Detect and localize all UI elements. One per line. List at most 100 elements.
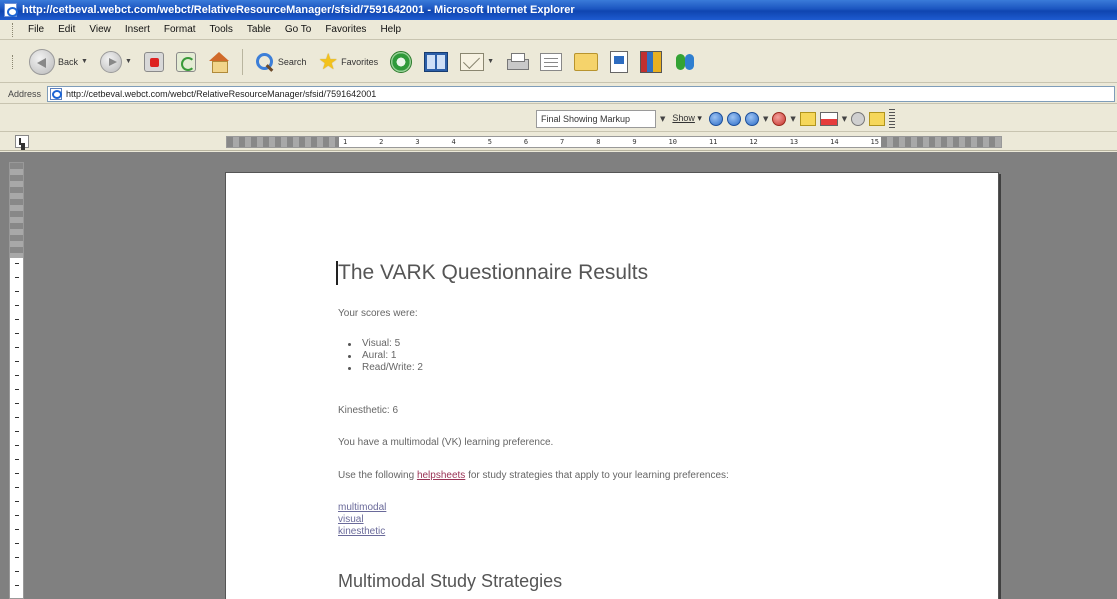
toolbar-options-icon[interactable] xyxy=(869,111,886,126)
media-button[interactable] xyxy=(386,45,416,79)
menu-edit[interactable]: Edit xyxy=(51,24,82,35)
address-url[interactable]: http://cetbeval.webct.com/webct/Relative… xyxy=(66,89,376,99)
insert-comment-icon[interactable] xyxy=(799,111,816,126)
search-button[interactable]: Search xyxy=(251,45,311,79)
reviewing-pane-icon[interactable] xyxy=(851,111,866,126)
grid-icon xyxy=(424,51,449,72)
menu-table[interactable]: Table xyxy=(240,24,278,35)
stop-button[interactable] xyxy=(140,45,168,79)
chevron-down-icon[interactable]: ▼ xyxy=(763,115,768,123)
previous-change-icon[interactable] xyxy=(708,111,723,126)
address-input[interactable]: http://cetbeval.webct.com/webct/Relative… xyxy=(47,85,1115,102)
helpsheets-paragraph: Use the following helpsheets for study s… xyxy=(338,470,729,481)
back-label: Back xyxy=(58,56,79,67)
folder-button[interactable] xyxy=(570,45,602,79)
document-page[interactable]: The VARK Questionnaire Results Your scor… xyxy=(225,172,999,599)
helpsheets-link[interactable]: helpsheets xyxy=(417,470,465,481)
chevron-down-icon[interactable]: ▼ xyxy=(790,115,795,123)
ruler-number: 15 xyxy=(870,138,879,146)
section-heading: Multimodal Study Strategies xyxy=(338,571,563,591)
printer-icon xyxy=(506,52,530,72)
menu-help[interactable]: Help xyxy=(373,24,408,35)
folder-icon xyxy=(574,52,599,71)
ruler-number: 5 xyxy=(487,138,492,146)
score-read-write: Read/Write: 2 xyxy=(362,362,423,373)
ruler-number: 6 xyxy=(523,138,529,146)
menu-insert[interactable]: Insert xyxy=(118,24,157,35)
bullet-icon xyxy=(348,342,351,346)
chevron-down-icon[interactable]: ▼ xyxy=(487,58,494,65)
search-icon xyxy=(255,52,275,72)
list-item: Aural: 1 xyxy=(348,350,423,362)
display-mode-value: Final Showing Markup xyxy=(541,113,631,124)
helpsheets-text-before: Use the following xyxy=(338,470,417,481)
favorites-label: Favorites xyxy=(341,56,379,67)
menu-favorites[interactable]: Favorites xyxy=(318,24,373,35)
vertical-ruler-margin xyxy=(10,163,23,258)
chevron-down-icon[interactable]: ▼ xyxy=(81,58,88,65)
favorites-button[interactable]: ★ Favorites xyxy=(314,45,382,79)
link-multimodal[interactable]: multimodal xyxy=(338,502,386,513)
standard-toolbar: Back ▼ ▼ Search ★ Favorites ▼ xyxy=(0,41,1117,83)
messenger-icon xyxy=(674,51,698,73)
score-aural: Aural: 1 xyxy=(362,350,397,361)
ruler-left-margin xyxy=(227,137,339,147)
print-button[interactable] xyxy=(502,45,532,79)
show-menu-button[interactable]: Show ▾ xyxy=(669,113,705,124)
back-button[interactable]: Back ▼ xyxy=(25,45,92,79)
next-change-icon[interactable] xyxy=(726,111,741,126)
menu-file[interactable]: File xyxy=(21,24,51,35)
helpsheets-text-after: for study strategies that apply to your … xyxy=(465,470,729,481)
reviewing-toolbar-items: Final Showing Markup ▼ Show ▾ ▼ ▼ ▼ xyxy=(536,108,959,129)
accept-change-icon[interactable] xyxy=(744,111,759,126)
ruler-numbers: 1 2 3 4 5 6 7 8 9 10 11 12 13 14 15 xyxy=(343,137,879,147)
stop-icon xyxy=(143,51,164,72)
ruler-right-margin xyxy=(881,137,1001,147)
research-button[interactable] xyxy=(636,45,666,79)
mail-icon xyxy=(460,52,485,71)
edit-button[interactable] xyxy=(536,45,566,79)
list-item: Read/Write: 2 xyxy=(348,362,423,374)
bullet-icon xyxy=(348,366,351,370)
toolbar-end-grip[interactable] xyxy=(889,108,896,129)
tab-selector-icon[interactable] xyxy=(15,135,29,148)
forward-button[interactable]: ▼ xyxy=(96,45,136,79)
chevron-down-icon[interactable]: ▼ xyxy=(660,115,665,123)
reject-change-icon[interactable] xyxy=(772,111,787,126)
ruler-number: 8 xyxy=(596,138,601,146)
toolbar-grip[interactable] xyxy=(12,22,15,37)
horizontal-ruler-bar: 1 2 3 4 5 6 7 8 9 10 11 12 13 14 15 xyxy=(0,133,1117,282)
score-kinesthetic: Kinesthetic: 6 xyxy=(338,405,399,416)
link-kinesthetic[interactable]: kinesthetic xyxy=(338,526,385,537)
chevron-down-icon[interactable]: ▼ xyxy=(125,58,132,65)
chevron-down-icon[interactable]: ▼ xyxy=(842,115,847,123)
forward-arrow-icon xyxy=(99,50,122,73)
view-toggle-button[interactable] xyxy=(420,45,452,79)
address-label: Address xyxy=(8,88,42,99)
vertical-ruler[interactable] xyxy=(9,162,24,599)
media-icon xyxy=(390,50,413,73)
ruler-number: 7 xyxy=(560,138,565,146)
vertical-ruler-ticks xyxy=(15,263,19,593)
scores-list: Visual: 5 Aural: 1 Read/Write: 2 xyxy=(348,338,423,374)
messenger-button[interactable] xyxy=(670,45,702,79)
horizontal-ruler[interactable]: 1 2 3 4 5 6 7 8 9 10 11 12 13 14 15 xyxy=(226,136,1002,148)
ruler-number: 12 xyxy=(749,138,758,146)
display-for-review-select[interactable]: Final Showing Markup xyxy=(536,109,656,128)
ruler-number: 11 xyxy=(708,138,718,146)
refresh-button[interactable] xyxy=(172,45,200,79)
menu-view[interactable]: View xyxy=(82,24,118,35)
menu-go-to[interactable]: Go To xyxy=(278,24,319,35)
menu-tools[interactable]: Tools xyxy=(203,24,240,35)
ruler-number: 4 xyxy=(451,138,456,146)
toolbar-grip[interactable] xyxy=(12,54,15,69)
track-changes-icon[interactable] xyxy=(819,111,838,126)
document-button[interactable] xyxy=(606,45,632,79)
home-button[interactable] xyxy=(204,45,234,79)
books-icon xyxy=(640,50,663,73)
link-visual[interactable]: visual xyxy=(338,514,364,525)
mail-button[interactable]: ▼ xyxy=(456,45,498,79)
edit-page-icon xyxy=(540,52,563,71)
ruler-number: 10 xyxy=(668,138,677,146)
menu-format[interactable]: Format xyxy=(157,24,203,35)
